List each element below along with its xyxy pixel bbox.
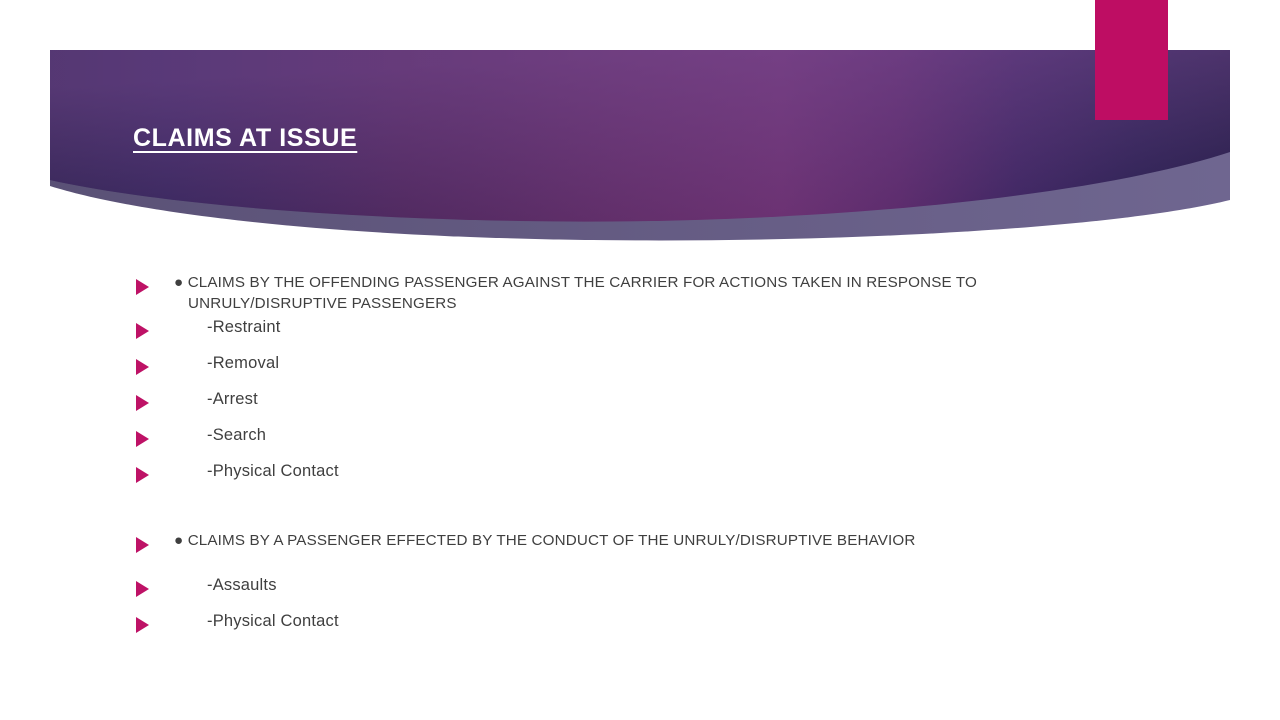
page-title: CLAIMS AT ISSUE	[133, 124, 358, 152]
triangle-right-icon	[136, 323, 149, 339]
list-item-label: ● CLAIMS BY THE OFFENDING PASSENGER AGAI…	[174, 274, 978, 312]
list-item-label: -Assaults	[207, 576, 277, 594]
triangle-right-icon	[136, 395, 149, 411]
triangle-right-icon	[136, 279, 149, 295]
triangle-right-icon	[136, 359, 149, 375]
list-item: -Physical Contact	[0, 610, 1280, 646]
triangle-right-icon	[136, 467, 149, 483]
list-item: -Search	[0, 424, 1280, 460]
list-item: -Physical Contact	[0, 460, 1280, 496]
accent-bar	[1095, 0, 1168, 120]
list-item-label: ● CLAIMS BY A PASSENGER EFFECTED BY THE …	[174, 532, 916, 549]
presentation-slide: CLAIMS AT ISSUE ● CLAIMS BY THE OFFENDIN…	[0, 0, 1280, 720]
triangle-right-icon	[136, 617, 149, 633]
list-item-label: -Search	[207, 426, 267, 444]
list-item-label: -Arrest	[207, 390, 258, 408]
list-item: -Arrest	[0, 388, 1280, 424]
list-item-label: -Removal	[207, 354, 280, 372]
slide-body-content: ● CLAIMS BY THE OFFENDING PASSENGER AGAI…	[0, 272, 1280, 646]
list-item-label: -Physical Contact	[207, 462, 339, 480]
list-item: ● CLAIMS BY THE OFFENDING PASSENGER AGAI…	[0, 272, 1280, 316]
triangle-right-icon	[136, 537, 149, 553]
list-item: ● CLAIMS BY A PASSENGER EFFECTED BY THE …	[0, 530, 1280, 574]
list-item-label: -Restraint	[207, 318, 281, 336]
list-item-label: -Physical Contact	[207, 612, 339, 630]
triangle-right-icon	[136, 431, 149, 447]
triangle-right-icon	[136, 581, 149, 597]
list-item: -Removal	[0, 352, 1280, 388]
list-item: -Assaults	[0, 574, 1280, 610]
list-item: -Restraint	[0, 316, 1280, 352]
